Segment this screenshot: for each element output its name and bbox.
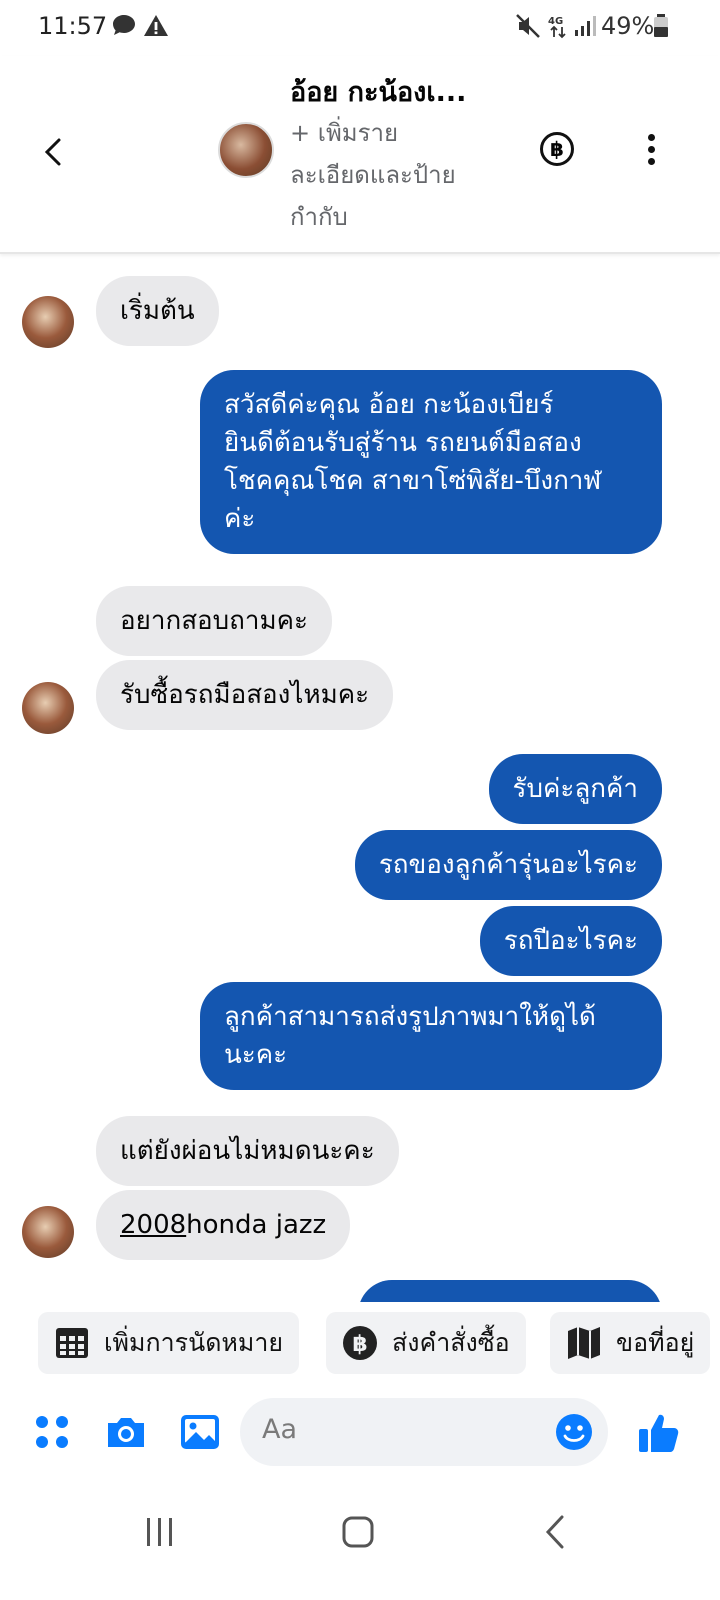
like-icon[interactable] <box>636 1410 682 1456</box>
message-bubble[interactable]: แต่ยังผ่อนไม่หมดนะคะ <box>96 1116 399 1186</box>
quick-action-label: ส่งคำสั่งซื้อ <box>392 1328 510 1357</box>
gallery-icon[interactable] <box>178 1410 222 1454</box>
message-bubble[interactable]: รถของลูกค้ารุ่นอะไรคะ <box>354 830 662 900</box>
message-input-placeholder: Aa <box>262 1414 298 1445</box>
status-bar: 11:57 4G 49% <box>0 0 720 52</box>
message-bubble[interactable]: สวัสดีค่ะคุณ อ้อย กะน้องเบียร์ ยินดีต้อน… <box>200 370 662 554</box>
baht-icon: ฿ <box>343 1326 377 1360</box>
payment-button[interactable]: ฿ <box>540 132 574 166</box>
request-address-button[interactable]: ขอที่อยู่ <box>550 1312 711 1374</box>
sender-avatar <box>22 296 74 348</box>
message-list: เริ่มต้น สวัสดีค่ะคุณ อ้อย กะน้องเบียร์ … <box>0 256 720 1302</box>
battery-icon <box>654 14 668 37</box>
map-icon <box>568 1327 600 1359</box>
message-bubble[interactable]: รับค่ะลูกค้า <box>488 754 662 824</box>
signal-icon <box>575 16 596 36</box>
message-composer: Aa <box>0 1386 720 1486</box>
calendar-icon <box>56 1328 88 1358</box>
message-text: honda jazz <box>186 1210 327 1240</box>
svg-text:4G: 4G <box>548 16 563 27</box>
warning-icon <box>144 15 168 36</box>
svg-text:฿: ฿ <box>352 1332 367 1357</box>
message-input[interactable]: Aa <box>240 1398 608 1466</box>
chat-notification-icon <box>113 15 135 35</box>
message-bubble[interactable]: รถปีอะไรคะ <box>479 906 662 976</box>
add-appointment-button[interactable]: เพิ่มการนัดหมาย <box>38 1312 300 1374</box>
quick-actions-bar: เพิ่มการนัดหมาย ฿ ส่งคำสั่งซื้อ ขอที่อยู… <box>0 1302 720 1384</box>
camera-icon[interactable] <box>104 1410 148 1454</box>
nav-back-icon[interactable] <box>536 1512 576 1552</box>
sender-avatar <box>22 682 74 734</box>
mute-icon <box>516 14 540 38</box>
back-button[interactable] <box>36 134 72 170</box>
contact-name[interactable]: อ้อย กะน้องเ... <box>290 70 466 113</box>
sender-avatar <box>22 1206 74 1258</box>
send-order-button[interactable]: ฿ ส่งคำสั่งซื้อ <box>326 1312 526 1374</box>
system-navigation-bar <box>0 1486 720 1600</box>
apps-icon[interactable] <box>30 1410 74 1454</box>
message-bubble[interactable]: ลูกค้าสามารถส่งรูปภาพมาให้ดูได้ นะคะ <box>200 982 662 1090</box>
4g-icon: 4G <box>548 16 566 39</box>
emoji-icon[interactable] <box>554 1412 594 1452</box>
message-bubble-partial[interactable] <box>358 1280 662 1302</box>
contact-avatar[interactable] <box>218 122 274 178</box>
message-bubble[interactable]: อยากสอบถามคะ <box>96 586 333 656</box>
home-icon[interactable] <box>338 1512 378 1552</box>
message-bubble[interactable]: 2008honda jazz <box>96 1190 351 1260</box>
message-bubble[interactable]: รับซื้อรถมือสองไหมคะ <box>96 660 394 730</box>
recent-apps-icon[interactable] <box>140 1512 180 1552</box>
message-bubble[interactable]: เริ่มต้น <box>96 276 219 346</box>
quick-action-label: เพิ่มการนัดหมาย <box>104 1328 284 1357</box>
chat-header: อ้อย กะน้องเ... + เพิ่มราย ละเอียดและป้า… <box>0 56 720 254</box>
battery-percent: 49% <box>601 12 655 40</box>
year-link[interactable]: 2008 <box>120 1210 186 1240</box>
add-details-link[interactable]: + เพิ่มราย ละเอียดและป้าย กำกับ <box>290 112 500 238</box>
quick-action-label: ขอที่อยู่ <box>616 1328 695 1357</box>
more-options-icon[interactable] <box>636 130 666 170</box>
status-time: 11:57 <box>38 12 108 40</box>
